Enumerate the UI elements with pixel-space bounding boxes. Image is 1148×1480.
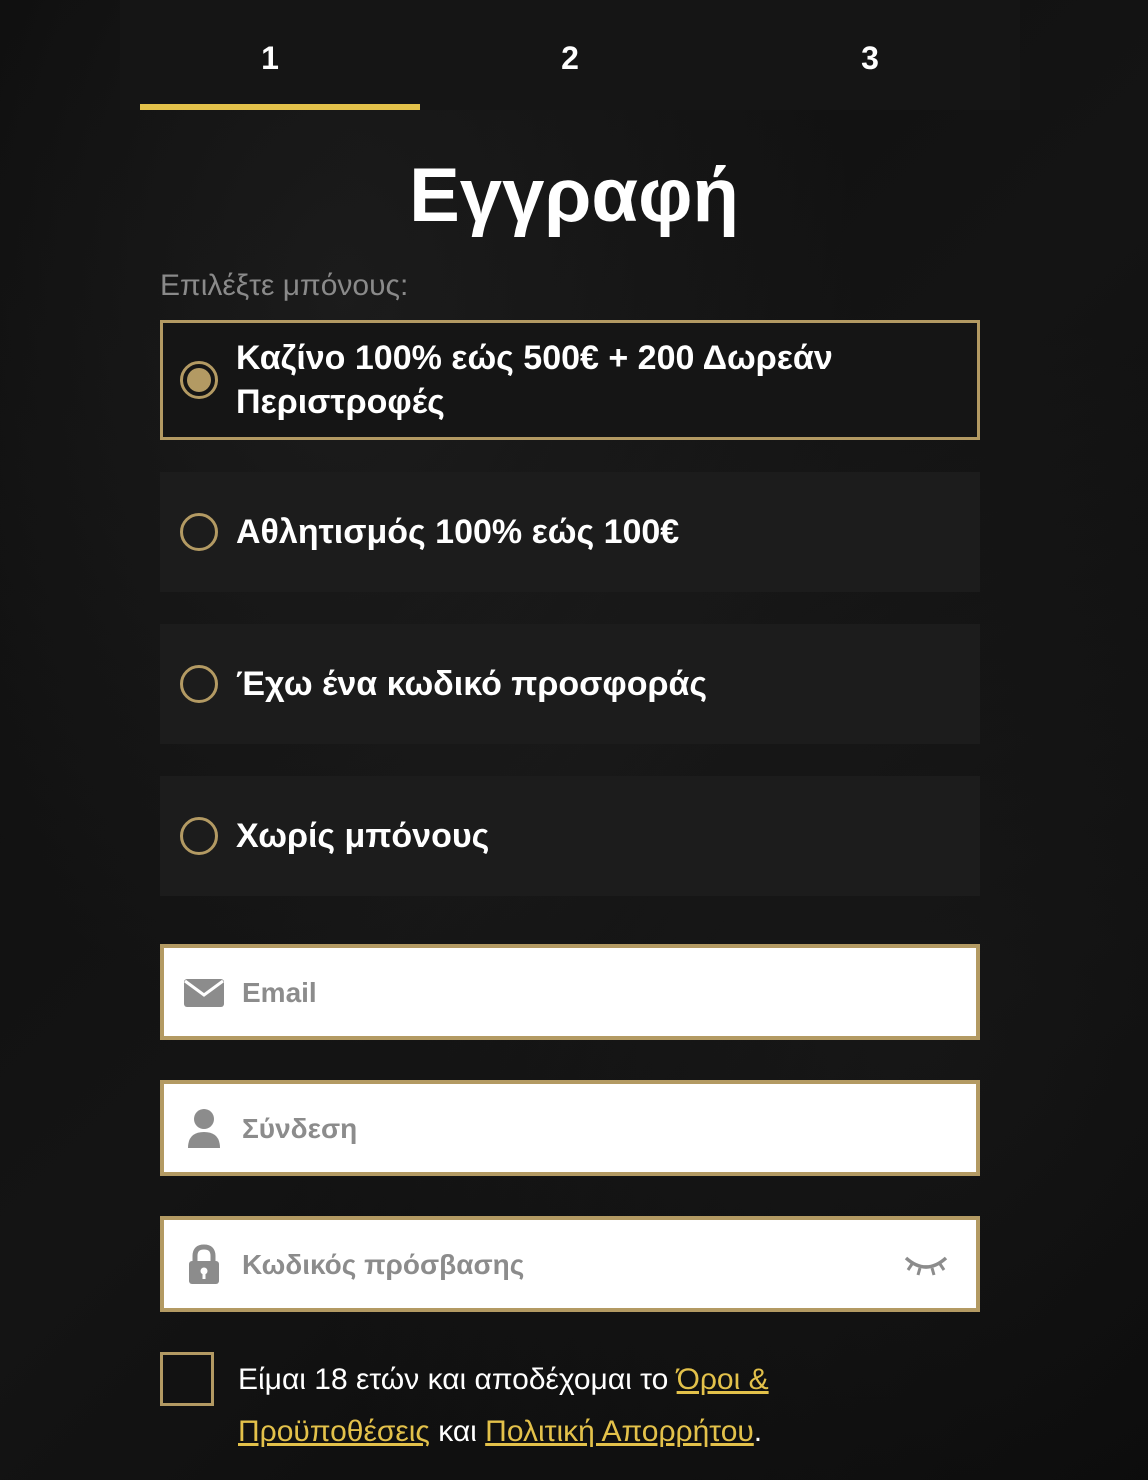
radio-icon[interactable] — [180, 513, 218, 551]
login-field — [160, 1080, 980, 1176]
radio-icon[interactable] — [180, 665, 218, 703]
step-2-tab[interactable]: 2 — [420, 0, 720, 110]
bonus-option-label: Χωρίς μπόνους — [236, 817, 490, 855]
radio-selected-icon[interactable] — [180, 361, 218, 399]
user-icon — [188, 1109, 220, 1148]
age-terms-checkbox[interactable] — [160, 1352, 214, 1406]
lock-icon — [189, 1244, 219, 1284]
bonus-option-sports[interactable]: Αθλητισμός 100% εώς 100€ — [160, 472, 980, 592]
bonus-option-label: Καζίνο 100% εώς 500€ + 200 Δωρεάν Περιστ… — [236, 339, 833, 421]
terms-text-before: Είμαι 18 ετών και αποδέχομαι το — [238, 1363, 677, 1396]
terms-text-after: . — [753, 1415, 763, 1448]
bonus-option-casino[interactable]: Καζίνο 100% εώς 500€ + 200 Δωρεάν Περιστ… — [160, 320, 980, 440]
email-field — [160, 944, 980, 1040]
terms-text-middle: και — [429, 1415, 486, 1448]
password-field — [160, 1216, 980, 1312]
envelope-icon — [184, 979, 224, 1007]
bonus-select-label: Επιλέξτε μπόνους: — [160, 269, 409, 302]
radio-icon[interactable] — [180, 817, 218, 855]
step-1-tab[interactable]: 1 — [120, 0, 420, 110]
bonus-option-promo-code[interactable]: Έχω ένα κωδικό προσφοράς — [160, 624, 980, 744]
bonus-option-label: Έχω ένα κωδικό προσφοράς — [236, 665, 708, 703]
eye-closed-icon[interactable] — [902, 1248, 950, 1280]
login-input[interactable] — [240, 1084, 884, 1174]
step-3-tab[interactable]: 3 — [720, 0, 1020, 110]
step-tabs: 1 2 3 — [120, 0, 1020, 110]
terms-text: Είμαι 18 ετών και αποδέχομαι το Όροι & Π… — [238, 1354, 858, 1458]
bonus-option-none[interactable]: Χωρίς μπόνους — [160, 776, 980, 896]
privacy-link[interactable]: Πολιτική Απορρήτου — [485, 1415, 754, 1448]
bonus-option-label: Αθλητισμός 100% εώς 100€ — [236, 513, 680, 551]
email-input[interactable] — [240, 948, 884, 1038]
page-title: Εγγραφή — [409, 153, 739, 238]
password-input[interactable] — [240, 1220, 884, 1310]
